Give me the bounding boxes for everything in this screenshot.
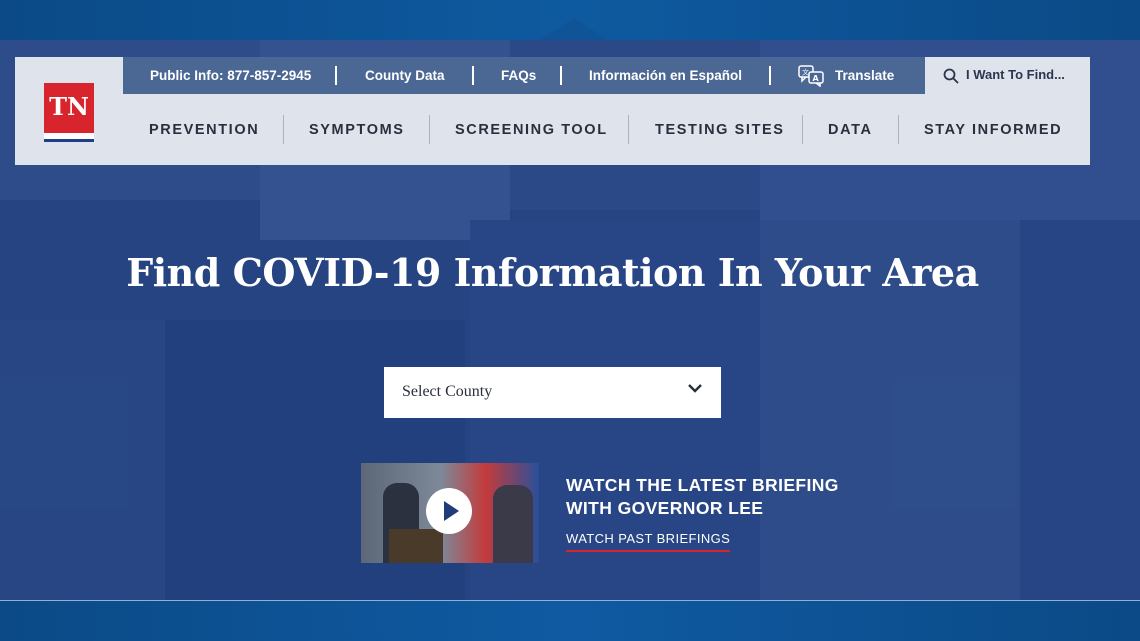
hero-headline: Find COVID-19 Information In Your Area: [126, 250, 979, 295]
tn-logo[interactable]: TN: [44, 83, 94, 139]
translate-icon[interactable]: A 文: [798, 65, 824, 87]
utility-divider: [335, 66, 337, 85]
county-select[interactable]: Select County: [384, 367, 721, 418]
public-info-phone-link[interactable]: Public Info: 877-857-2945: [150, 67, 311, 85]
nav-divider: [898, 115, 899, 144]
briefing-title[interactable]: WATCH THE LATEST BRIEFING WITH GOVERNOR …: [566, 474, 866, 520]
utility-bar: Public Info: 877-857-2945 County Data FA…: [123, 57, 925, 94]
nav-testing-sites[interactable]: TESTING SITES: [655, 121, 785, 139]
nav-stay-informed[interactable]: STAY INFORMED: [924, 121, 1062, 139]
utility-divider: [472, 66, 474, 85]
nav-divider: [802, 115, 803, 144]
nav-divider: [283, 115, 284, 144]
frame-notch: [540, 18, 608, 40]
nav-prevention[interactable]: PREVENTION: [149, 121, 259, 139]
nav-screening-tool[interactable]: SCREENING TOOL: [455, 121, 608, 139]
spanish-link[interactable]: Información en Español: [589, 67, 742, 85]
svg-text:A: A: [813, 74, 820, 83]
nav-divider: [628, 115, 629, 144]
logo-text: TN: [49, 92, 89, 121]
nav-data[interactable]: DATA: [828, 121, 873, 139]
play-icon[interactable]: [426, 488, 472, 534]
find-search-button[interactable]: I Want To Find...: [925, 57, 1090, 94]
svg-text:文: 文: [802, 68, 809, 77]
county-data-link[interactable]: County Data: [365, 67, 445, 85]
faqs-link[interactable]: FAQs: [501, 67, 536, 85]
frame-bottom: [0, 600, 1140, 641]
nav-symptoms[interactable]: SYMPTOMS: [309, 121, 405, 139]
nav-divider: [429, 115, 430, 144]
find-label: I Want To Find...: [966, 67, 1065, 82]
site-header: TN Public Info: 877-857-2945 County Data…: [15, 57, 1090, 165]
past-briefings-link[interactable]: WATCH PAST BRIEFINGS: [566, 531, 731, 552]
main-nav: PREVENTION SYMPTOMS SCREENING TOOL TESTI…: [123, 94, 1090, 165]
translate-link[interactable]: Translate: [835, 67, 894, 85]
chevron-down-icon: [688, 384, 702, 393]
search-icon: [943, 68, 959, 84]
county-select-label: Select County: [402, 383, 493, 400]
utility-divider: [769, 66, 771, 85]
logo-container[interactable]: TN: [15, 57, 123, 165]
utility-divider: [560, 66, 562, 85]
